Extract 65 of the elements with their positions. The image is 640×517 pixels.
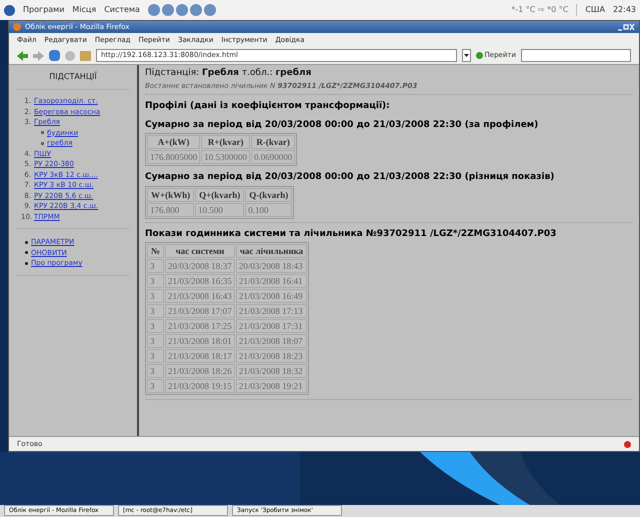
column-header: № [147,244,164,258]
table-cell: 3 [147,259,164,273]
weather-text: *-1 °C ⇨ *0 °C [511,4,568,16]
table-cell: 20/03/2008 18:43 [236,259,308,273]
panel-menu[interactable]: Система [104,4,140,16]
table-cell: 21/03/2008 17:25 [165,319,235,333]
table-cell: 3 [147,319,164,333]
sidebar-title: ПІДСТАНЦІЇ [17,71,129,90]
table-cell: 176.800 [147,202,194,216]
bullet-icon [25,262,28,265]
forward-arrow-icon[interactable] [33,50,44,60]
table-cell: 3 [147,379,164,393]
section-heading: Профілі (дані із коефіцієнтом трансформації): [145,100,391,113]
column-header: W+(kWh) [147,188,194,202]
table-cell: 21/03/2008 19:15 [165,379,235,393]
table-cell: 21/03/2008 17:07 [165,304,235,318]
table-cell: 0.100 [245,202,292,216]
table-cell: 3 [147,334,164,348]
launcher-icons[interactable] [148,4,216,16]
panel-menu[interactable]: Місця [72,4,96,16]
bullet-icon [41,142,44,145]
table-cell: 20/03/2008 18:37 [165,259,235,273]
bullet-icon [41,131,44,134]
table-cell: 21/03/2008 17:13 [236,304,308,318]
column-header: час лічильника [236,244,308,258]
column-header: Q+(kvarh) [195,188,244,202]
table-cell: 21/03/2008 16:49 [236,289,308,303]
table-cell: 0.0690000 [251,150,296,164]
table-cell: 3 [147,274,164,288]
bullet-icon [25,251,28,254]
table-cell: 21/03/2008 17:31 [236,319,308,333]
dropdown-icon[interactable] [462,49,470,62]
table-cell: 10.500 [195,202,244,216]
keyboard-layout[interactable]: США [576,4,605,16]
bullet-icon [25,240,28,244]
table-cell: 21/03/2008 19:21 [236,379,308,393]
table-cell: 10.5300000 [201,150,250,164]
table-caption: Покази годинника системи та лічильника №93702911 /LGZ*/2ZMG3104407.P03 [145,228,558,240]
column-header: R-(kvar) [251,135,296,149]
column-header: A+(kW) [147,135,200,149]
table-cell: 176.8005000 [147,150,200,164]
window-controls-icon[interactable] [617,23,635,31]
table-cell: 21/03/2008 18:17 [165,349,235,363]
table-caption: Сумарно за період від 20/03/2008 00:00 до 21/03/2008 22:30 (різниця показів) [145,171,556,184]
table-cell: 21/03/2008 16:35 [165,274,235,288]
clock[interactable]: 22:43 [612,4,636,16]
table-cell: 21/03/2008 18:01 [165,334,235,348]
table-cell: 21/03/2008 18:07 [236,334,308,348]
search-field[interactable] [521,49,631,62]
table-cell: 21/03/2008 18:32 [236,364,308,378]
table-cell: 21/03/2008 16:41 [236,274,308,288]
table-cell: 21/03/2008 18:23 [236,349,308,363]
table-cell: 21/03/2008 16:43 [165,289,235,303]
column-header: Q-(kvarh) [245,188,292,202]
table-cell: 3 [147,364,164,378]
table-cell: 3 [147,304,164,318]
table-cell: 21/03/2008 18:26 [165,364,235,378]
table-caption: Сумарно за період від 20/03/2008 00:00 до 21/03/2008 22:30 (за профілем) [145,118,540,132]
page-title: Підстанція: Гребля т.обл.: гребля [145,67,312,80]
column-header: час системи [165,244,235,258]
column-header: R+(kvar) [201,135,250,149]
panel-menu[interactable]: Програми [23,4,64,16]
back-arrow-icon[interactable] [17,50,28,60]
table-cell: 3 [147,349,164,363]
table-cell: 3 [147,289,164,303]
